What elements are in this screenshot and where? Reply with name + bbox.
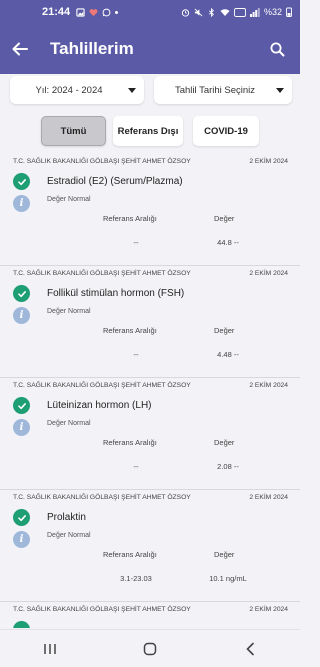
result-status: Değer Normal bbox=[47, 308, 91, 315]
filter-bar: Yıl: 2024 - 2024 Tahlil Tarihi Seçiniz bbox=[0, 76, 300, 106]
hospital-name: T.C. SAĞLIK BAKANLIĞI GÖLBAŞI ŞEHİT AHME… bbox=[13, 270, 191, 277]
result-value: 2.08 -- bbox=[217, 462, 239, 471]
result-item[interactable]: T.C. SAĞLIK BAKANLIĞI GÖLBAŞI ŞEHİT AHME… bbox=[0, 378, 300, 490]
bluetooth-icon bbox=[208, 7, 214, 17]
reference-range: -- bbox=[133, 462, 139, 471]
page-title: Tahlillerim bbox=[50, 39, 134, 58]
check-circle-icon bbox=[13, 173, 30, 190]
test-name: Lüteinizan hormon (LH) bbox=[47, 400, 152, 411]
info-icon[interactable]: i bbox=[13, 195, 30, 212]
result-date: 2 EKİM 2024 bbox=[249, 382, 288, 389]
filter-tabs: Tümü Referans Dışı COVID-19 bbox=[0, 116, 300, 148]
result-value: 10.1 ng/mL bbox=[209, 574, 247, 583]
back-button[interactable] bbox=[0, 24, 40, 74]
recent-apps-button[interactable] bbox=[30, 634, 70, 664]
search-icon bbox=[270, 42, 284, 56]
wifi-icon bbox=[220, 8, 230, 16]
result-value: 44.8 -- bbox=[217, 238, 239, 247]
signal-icon bbox=[249, 7, 260, 17]
tab-covid[interactable]: COVID-19 bbox=[193, 116, 259, 146]
results-list[interactable]: T.C. SAĞLIK BAKANLIĞI GÖLBAŞI ŞEHİT AHME… bbox=[0, 154, 300, 628]
recent-apps-icon bbox=[44, 643, 56, 654]
value-header: Değer bbox=[214, 326, 235, 335]
check-circle-icon bbox=[13, 509, 30, 526]
reference-range-header: Referans Aralığı bbox=[103, 550, 157, 559]
hospital-name: T.C. SAĞLIK BAKANLIĞI GÖLBAŞI ŞEHİT AHME… bbox=[13, 606, 191, 613]
info-icon[interactable]: i bbox=[13, 419, 30, 436]
tab-out-of-reference[interactable]: Referans Dışı bbox=[113, 116, 183, 146]
status-time: 21:44 bbox=[42, 6, 71, 18]
tab-all[interactable]: Tümü bbox=[41, 116, 106, 146]
notification-icons bbox=[76, 7, 119, 17]
alarm-icon bbox=[181, 8, 190, 17]
gallery-icon bbox=[76, 7, 85, 17]
check-circle-icon bbox=[13, 621, 30, 628]
reference-range-header: Referans Aralığı bbox=[103, 438, 157, 447]
result-status: Değer Normal bbox=[47, 532, 91, 539]
reference-range: -- bbox=[133, 350, 139, 359]
date-dropdown-label: Tahlil Tarihi Seçiniz bbox=[174, 84, 256, 96]
system-navigation-bar bbox=[0, 629, 300, 667]
hospital-name: T.C. SAĞLIK BAKANLIĞI GÖLBAŞI ŞEHİT AHME… bbox=[13, 382, 191, 389]
date-dropdown[interactable]: Tahlil Tarihi Seçiniz bbox=[154, 76, 292, 104]
caret-down-icon bbox=[276, 87, 284, 93]
result-date: 2 EKİM 2024 bbox=[249, 270, 288, 277]
more-notifications-dot bbox=[115, 10, 119, 14]
reference-range-header: Referans Aralığı bbox=[103, 326, 157, 335]
result-item[interactable]: T.C. SAĞLIK BAKANLIĞI GÖLBAŞI ŞEHİT AHME… bbox=[0, 154, 300, 266]
heart-icon bbox=[89, 8, 98, 16]
test-name: Estradiol (E2) (Serum/Plazma) bbox=[47, 176, 183, 187]
whatsapp-icon bbox=[102, 8, 111, 16]
home-button[interactable] bbox=[130, 634, 170, 664]
result-status: Değer Normal bbox=[47, 196, 91, 203]
back-nav-button[interactable] bbox=[230, 634, 270, 664]
battery-icon bbox=[286, 7, 292, 17]
volte-icon bbox=[234, 7, 246, 17]
check-circle-icon bbox=[13, 285, 30, 302]
reference-range: 3.1-23.03 bbox=[120, 574, 152, 583]
result-value: 4.48 -- bbox=[217, 350, 239, 359]
battery-percent: %32 bbox=[263, 7, 282, 17]
result-item[interactable]: T.C. SAĞLIK BAKANLIĞI GÖLBAŞI ŞEHİT AHME… bbox=[0, 490, 300, 602]
search-button[interactable] bbox=[260, 24, 294, 74]
result-date: 2 EKİM 2024 bbox=[249, 158, 288, 165]
status-bar: 21:44 %32 bbox=[0, 0, 300, 24]
chevron-left-icon bbox=[246, 642, 254, 655]
info-icon[interactable]: i bbox=[13, 307, 30, 324]
test-name: Follikül stimülan hormon (FSH) bbox=[47, 288, 185, 299]
caret-down-icon bbox=[128, 87, 136, 93]
year-dropdown[interactable]: Yıl: 2024 - 2024 bbox=[10, 76, 144, 104]
value-header: Değer bbox=[214, 214, 235, 223]
info-icon[interactable]: i bbox=[13, 531, 30, 548]
home-icon bbox=[143, 642, 157, 655]
value-header: Değer bbox=[214, 438, 235, 447]
check-circle-icon bbox=[13, 397, 30, 414]
result-date: 2 EKİM 2024 bbox=[249, 606, 288, 613]
value-header: Değer bbox=[214, 550, 235, 559]
result-item[interactable]: T.C. SAĞLIK BAKANLIĞI GÖLBAŞI ŞEHİT AHME… bbox=[0, 602, 300, 628]
hospital-name: T.C. SAĞLIK BAKANLIĞI GÖLBAŞI ŞEHİT AHME… bbox=[13, 494, 191, 501]
year-dropdown-label: Yıl: 2024 - 2024 bbox=[35, 84, 103, 96]
mute-icon bbox=[194, 8, 203, 16]
reference-range: -- bbox=[133, 238, 139, 247]
result-date: 2 EKİM 2024 bbox=[249, 494, 288, 501]
reference-range-header: Referans Aralığı bbox=[103, 214, 157, 223]
result-status: Değer Normal bbox=[47, 420, 91, 427]
test-name: Prolaktin bbox=[47, 512, 86, 523]
system-icons: %32 bbox=[181, 7, 292, 17]
arrow-left-icon bbox=[12, 42, 28, 56]
result-item[interactable]: T.C. SAĞLIK BAKANLIĞI GÖLBAŞI ŞEHİT AHME… bbox=[0, 266, 300, 378]
app-bar: Tahlillerim bbox=[0, 24, 300, 74]
hospital-name: T.C. SAĞLIK BAKANLIĞI GÖLBAŞI ŞEHİT AHME… bbox=[13, 158, 191, 165]
